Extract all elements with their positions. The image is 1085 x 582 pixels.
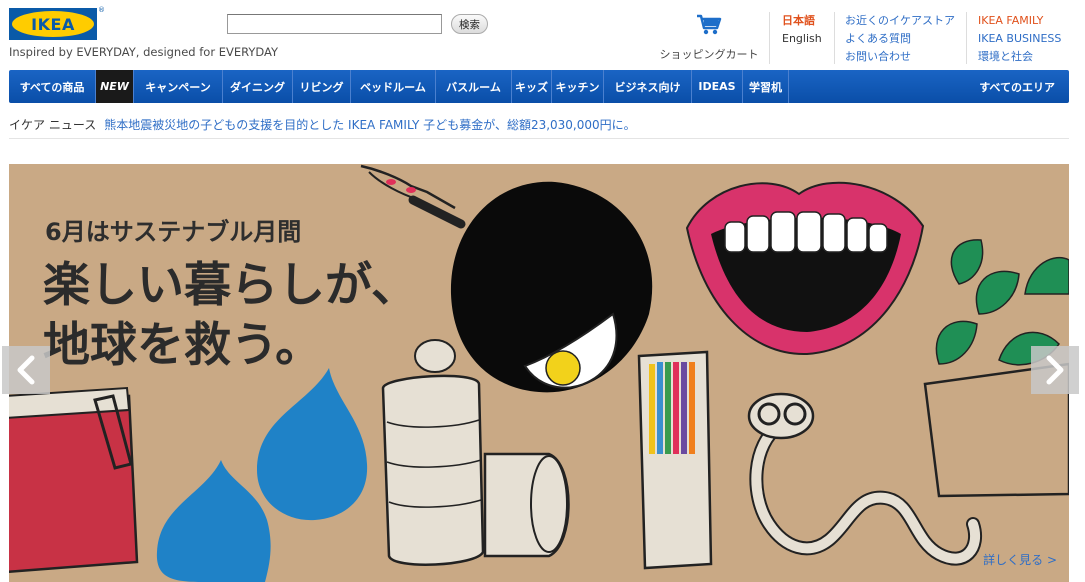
search-input[interactable] — [227, 14, 442, 34]
help-links: お近くのイケアストア よくある質問 お問い合わせ — [834, 12, 955, 64]
nav-campaign[interactable]: キャンペーン — [134, 70, 223, 103]
nav-bedroom[interactable]: ベッドルーム — [351, 70, 436, 103]
language-switcher: 日本語 English — [769, 12, 822, 64]
logo-text: IKEA — [31, 14, 75, 34]
news-link[interactable]: 熊本地震被災地の子どもの支援を目的とした IKEA FAMILY 子ども募金が、… — [104, 118, 635, 132]
chevron-left-icon — [17, 355, 35, 385]
tagline: Inspired by EVERYDAY, designed for EVERY… — [9, 45, 279, 59]
ikea-logo[interactable]: IKEA ® — [9, 6, 105, 40]
nav-ideas[interactable]: IDEAS — [692, 70, 743, 103]
nav-business[interactable]: ビジネス向け — [604, 70, 692, 103]
news-heading: イケア ニュース — [9, 118, 97, 132]
hero-title: 楽しい暮らしが、 地球を救う。 — [43, 256, 418, 376]
corporate-links: IKEA FAMILY IKEA BUSINESS 環境と社会 — [966, 12, 1061, 64]
news-ticker: イケア ニュース 熊本地震被災地の子どもの支援を目的とした IKEA FAMILY… — [9, 116, 636, 133]
nav-living[interactable]: リビング — [293, 70, 351, 103]
link-contact[interactable]: お問い合わせ — [845, 48, 955, 66]
link-ikea-family[interactable]: IKEA FAMILY — [978, 12, 1061, 30]
divider — [9, 138, 1069, 139]
hero-banner[interactable]: 6月はサステナブル月間 楽しい暮らしが、 地球を救う。 詳しく見る > — [9, 164, 1069, 582]
registered-mark: ® — [98, 6, 105, 14]
link-environment-society[interactable]: 環境と社会 — [978, 48, 1061, 66]
hero-title-line-2: 地球を救う。 — [43, 318, 323, 373]
chevron-right-icon — [1046, 355, 1064, 385]
carousel-next-button[interactable] — [1031, 346, 1079, 394]
hero-more-link[interactable]: 詳しく見る > — [983, 551, 1057, 568]
link-faq[interactable]: よくある質問 — [845, 30, 955, 48]
shopping-cart-link[interactable]: ショッピングカート — [655, 14, 763, 62]
lang-japanese[interactable]: 日本語 — [782, 12, 822, 30]
nav-all-areas[interactable]: すべてのエリア — [965, 70, 1069, 103]
hero-subtitle: 6月はサステナブル月間 — [45, 218, 302, 246]
search-button[interactable]: 検索 — [451, 14, 488, 34]
nav-all-products[interactable]: すべての商品 — [9, 70, 96, 103]
carousel-prev-button[interactable] — [2, 346, 50, 394]
nav-kitchen[interactable]: キッチン — [552, 70, 604, 103]
link-nearest-store[interactable]: お近くのイケアストア — [845, 12, 955, 30]
main-nav: すべての商品 NEW キャンペーン ダイニング リビング ベッドルーム バスルー… — [9, 70, 1069, 103]
nav-dining[interactable]: ダイニング — [223, 70, 293, 103]
lang-english[interactable]: English — [782, 30, 822, 48]
nav-new[interactable]: NEW — [96, 70, 134, 103]
logo-oval: IKEA — [12, 11, 94, 37]
nav-kids[interactable]: キッズ — [512, 70, 552, 103]
hero-title-line-1: 楽しい暮らしが、 — [43, 258, 419, 313]
nav-bathroom[interactable]: バスルーム — [436, 70, 512, 103]
shopping-cart-icon — [697, 14, 722, 35]
nav-study-desk[interactable]: 学習机 — [743, 70, 789, 103]
link-ikea-business[interactable]: IKEA BUSINESS — [978, 30, 1061, 48]
cart-label: ショッピングカート — [659, 48, 759, 61]
